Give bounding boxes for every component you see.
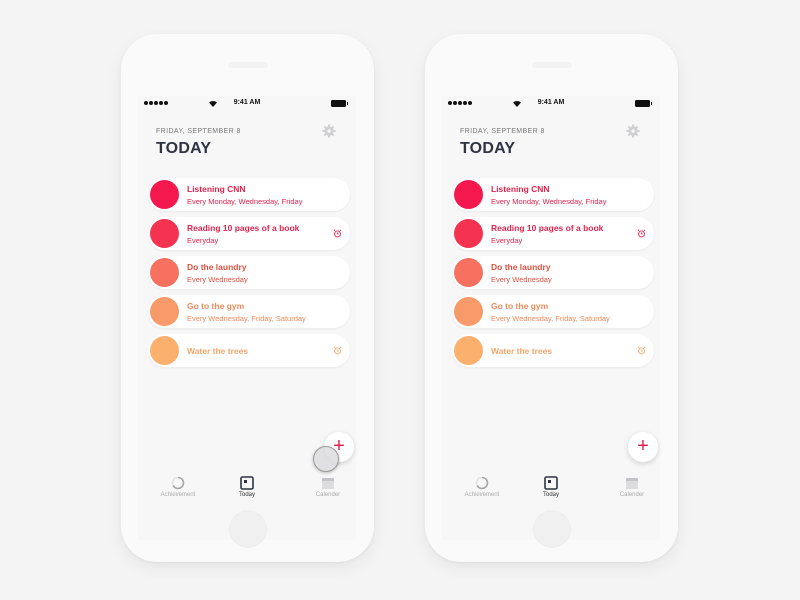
task-title: Go to the gym: [187, 301, 245, 311]
add-task-button[interactable]: +: [628, 432, 658, 462]
task-title: Listening CNN: [187, 184, 246, 194]
task-item[interactable]: Listening CNN Every Monday, Wednesday, F…: [148, 178, 350, 211]
tab-bar: Achievement Today Calender: [442, 470, 660, 510]
task-color-dot[interactable]: [454, 219, 483, 248]
task-schedule: Every Wednesday, Friday, Saturday: [187, 314, 306, 323]
task-color-dot[interactable]: [454, 258, 483, 287]
gear-icon[interactable]: [626, 124, 640, 138]
task-color-dot[interactable]: [150, 258, 179, 287]
task-title: Do the laundry: [491, 262, 551, 272]
progress-ring-icon: [475, 476, 489, 490]
task-list: Listening CNN Every Monday, Wednesday, F…: [148, 178, 350, 373]
date-label: FRIDAY, SEPTEMBER 8: [156, 128, 241, 135]
battery-icon: [635, 100, 652, 107]
task-color-dot[interactable]: [150, 219, 179, 248]
page-title: TODAY: [156, 140, 212, 157]
touch-indicator: [313, 446, 339, 472]
tab-label: Calender: [315, 492, 341, 498]
app-screen: 9:41 AM FRIDAY, SEPTEMBER 8 TODAY Listen…: [138, 96, 356, 540]
task-schedule: Every Wednesday: [187, 275, 248, 284]
alarm-clock-icon: [637, 346, 646, 355]
task-item[interactable]: Reading 10 pages of a book Everyday: [452, 217, 654, 250]
date-label: FRIDAY, SEPTEMBER 8: [460, 128, 545, 135]
tab-bar: Achievement Today Calender: [138, 470, 356, 510]
gear-icon[interactable]: [322, 124, 336, 138]
today-square-icon: [544, 476, 558, 490]
task-schedule: Every Wednesday: [491, 275, 552, 284]
tab-today[interactable]: Today: [217, 476, 277, 498]
task-schedule: Every Monday, Wednesday, Friday: [187, 197, 303, 206]
task-item[interactable]: Do the laundry Every Wednesday: [148, 256, 350, 289]
task-color-dot[interactable]: [454, 180, 483, 209]
task-schedule: Everyday: [491, 236, 523, 245]
status-bar: 9:41 AM: [442, 96, 660, 112]
tab-label: Achievement: [464, 492, 500, 498]
today-square-icon: [240, 476, 254, 490]
task-item[interactable]: Go to the gym Every Wednesday, Friday, S…: [148, 295, 350, 328]
page-title: TODAY: [460, 140, 516, 157]
task-schedule: Every Monday, Wednesday, Friday: [491, 197, 607, 206]
speaker-grille: [531, 62, 572, 68]
task-title: Do the laundry: [187, 262, 247, 272]
stage: 9:41 AM FRIDAY, SEPTEMBER 8 TODAY Listen…: [0, 0, 800, 600]
task-color-dot[interactable]: [454, 297, 483, 326]
tab-achievement[interactable]: Achievement: [148, 476, 208, 498]
task-item[interactable]: Do the laundry Every Wednesday: [452, 256, 654, 289]
task-title: Reading 10 pages of a book: [187, 223, 300, 233]
tab-calendar[interactable]: Calender: [298, 476, 358, 498]
task-item[interactable]: Listening CNN Every Monday, Wednesday, F…: [452, 178, 654, 211]
task-schedule: Every Wednesday, Friday, Saturday: [491, 314, 610, 323]
alarm-clock-icon: [637, 229, 646, 238]
task-title: Water the trees: [187, 346, 249, 356]
alarm-clock-icon: [333, 229, 342, 238]
task-schedule: Everyday: [187, 236, 219, 245]
task-list: Listening CNN Every Monday, Wednesday, F…: [452, 178, 654, 373]
phone-frame-right: 9:41 AM FRIDAY, SEPTEMBER 8 TODAY Listen…: [425, 34, 678, 562]
task-title: Reading 10 pages of a book: [491, 223, 604, 233]
status-time: 9:41 AM: [233, 99, 261, 106]
task-item[interactable]: Reading 10 pages of a book Everyday: [148, 217, 350, 250]
tab-label: Achievement: [160, 492, 196, 498]
tab-label: Calender: [619, 492, 645, 498]
battery-icon: [331, 100, 348, 107]
task-color-dot[interactable]: [454, 336, 483, 365]
home-button[interactable]: [228, 510, 267, 548]
calendar-icon: [322, 478, 334, 489]
task-color-dot[interactable]: [150, 336, 179, 365]
task-item[interactable]: Go to the gym Every Wednesday, Friday, S…: [452, 295, 654, 328]
tab-today[interactable]: Today: [521, 476, 581, 498]
status-bar: 9:41 AM: [138, 96, 356, 112]
app-screen: 9:41 AM FRIDAY, SEPTEMBER 8 TODAY Listen…: [442, 96, 660, 540]
tab-calendar[interactable]: Calender: [602, 476, 662, 498]
tab-achievement[interactable]: Achievement: [452, 476, 512, 498]
task-title: Water the trees: [491, 346, 553, 356]
tab-label: Today: [238, 492, 255, 498]
calendar-icon: [626, 478, 638, 489]
task-title: Go to the gym: [491, 301, 549, 311]
task-title: Listening CNN: [491, 184, 550, 194]
task-color-dot[interactable]: [150, 297, 179, 326]
tab-label: Today: [542, 492, 559, 498]
task-item[interactable]: Water the trees: [148, 334, 350, 367]
speaker-grille: [227, 62, 268, 68]
home-button[interactable]: [532, 510, 571, 548]
task-item[interactable]: Water the trees: [452, 334, 654, 367]
task-color-dot[interactable]: [150, 180, 179, 209]
alarm-clock-icon: [333, 346, 342, 355]
phone-frame-left: 9:41 AM FRIDAY, SEPTEMBER 8 TODAY Listen…: [121, 34, 374, 562]
status-time: 9:41 AM: [537, 99, 565, 106]
progress-ring-icon: [171, 476, 185, 490]
